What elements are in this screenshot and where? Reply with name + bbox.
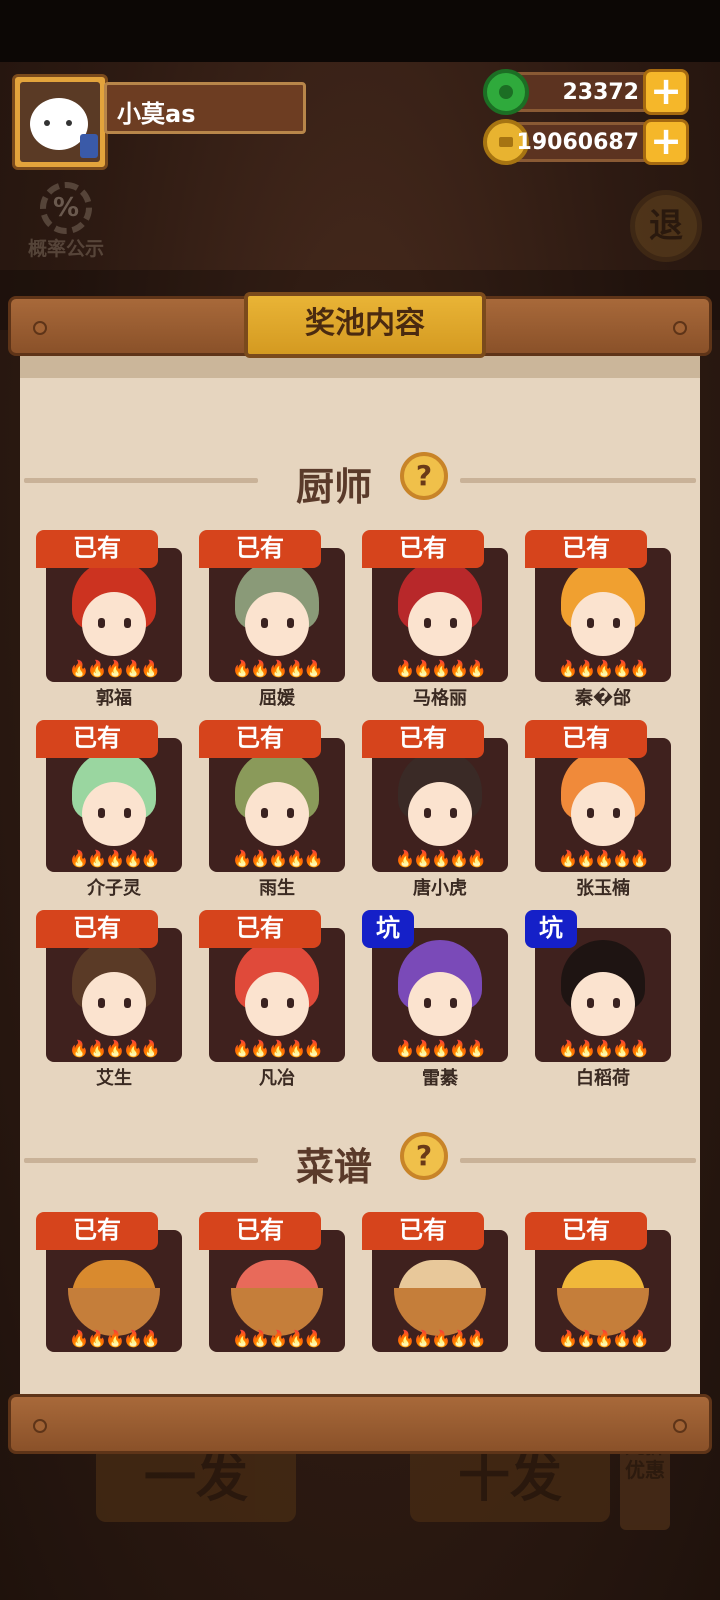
chef-help-icon[interactable]: ? (400, 452, 448, 500)
jade-amount: 23372 (562, 80, 639, 105)
status-strip (0, 0, 720, 62)
chef-card[interactable]: 🔥🔥🔥🔥🔥 (209, 738, 345, 872)
chef-face (82, 782, 146, 846)
owned-badge: 已有 (36, 720, 158, 758)
recipe-section-title: 菜谱 (296, 1145, 373, 1189)
owned-badge: 已有 (525, 720, 647, 758)
star-flames: 🔥🔥🔥🔥🔥 (395, 849, 487, 868)
chef-name: 雨生 (259, 878, 295, 899)
chef-card[interactable]: 🔥🔥🔥🔥🔥 (46, 738, 182, 872)
divider (24, 1158, 258, 1163)
chef-face (408, 592, 472, 656)
chef-face (408, 972, 472, 1036)
star-flames: 🔥🔥🔥🔥🔥 (558, 849, 650, 868)
chef-name: 郭福 (96, 688, 132, 709)
star-flames: 🔥🔥🔥🔥🔥 (558, 1039, 650, 1058)
chef-name: 艾生 (96, 1068, 132, 1089)
bottom-scroll-rod (8, 1394, 712, 1454)
star-flames: 🔥🔥🔥🔥🔥 (395, 1039, 487, 1058)
owned-badge: 已有 (199, 720, 321, 758)
chef-card[interactable]: 🔥🔥🔥🔥🔥 (372, 738, 508, 872)
chef-card[interactable]: 🔥🔥🔥🔥🔥 (372, 548, 508, 682)
pit-badge: 坑 (525, 910, 577, 948)
coin-resource: 19060687 + (483, 119, 689, 165)
owned-badge: 已有 (199, 910, 321, 948)
probability-label: 概率公示 (27, 238, 104, 260)
chef-face (408, 782, 472, 846)
chef-face (82, 972, 146, 1036)
player-name-box: 小莫as (104, 82, 306, 134)
chef-card[interactable]: 🔥🔥🔥🔥🔥 (46, 548, 182, 682)
star-flames: 🔥🔥🔥🔥🔥 (232, 659, 324, 678)
star-flames: 🔥🔥🔥🔥🔥 (69, 659, 161, 678)
owned-badge: 已有 (199, 530, 321, 568)
star-flames: 🔥🔥🔥🔥🔥 (69, 1329, 161, 1348)
chef-card[interactable]: 🔥🔥🔥🔥🔥 (209, 928, 345, 1062)
owned-badge: 已有 (36, 1212, 158, 1250)
add-jade-button[interactable]: + (643, 69, 689, 115)
chef-name: 凡冶 (259, 1068, 295, 1089)
chef-name: 秦�邰 (574, 688, 632, 709)
percent-icon: % (40, 182, 92, 234)
star-flames: 🔥🔥🔥🔥🔥 (558, 659, 650, 678)
coin-amount: 19060687 (516, 130, 639, 155)
chef-name: 张玉楠 (576, 878, 630, 899)
chef-face (571, 592, 635, 656)
chef-card[interactable]: 🔥🔥🔥🔥🔥 (209, 548, 345, 682)
chef-face (571, 972, 635, 1036)
chef-card[interactable]: 🔥🔥🔥🔥🔥 (372, 928, 508, 1062)
exit-button[interactable]: 退 (630, 190, 702, 262)
chef-card[interactable]: 🔥🔥🔥🔥🔥 (535, 928, 671, 1062)
recipe-help-icon[interactable]: ? (400, 1132, 448, 1180)
chef-card[interactable]: 🔥🔥🔥🔥🔥 (46, 928, 182, 1062)
star-flames: 🔥🔥🔥🔥🔥 (69, 1039, 161, 1058)
owned-badge: 已有 (525, 530, 647, 568)
chef-face (571, 782, 635, 846)
chef-card[interactable]: 🔥🔥🔥🔥🔥 (535, 548, 671, 682)
star-flames: 🔥🔥🔥🔥🔥 (232, 849, 324, 868)
divider (24, 478, 258, 483)
player-name: 小莫as (117, 100, 196, 128)
chef-card[interactable]: 🔥🔥🔥🔥🔥 (535, 738, 671, 872)
panel-title: 奖池内容 (244, 292, 486, 358)
divider (460, 478, 696, 483)
jade-icon (483, 69, 529, 115)
pit-badge: 坑 (362, 910, 414, 948)
chef-name: 白稻荷 (576, 1068, 630, 1089)
owned-badge: 已有 (362, 720, 484, 758)
chef-name: 介子灵 (87, 878, 141, 899)
divider (460, 1158, 696, 1163)
owned-badge: 已有 (36, 910, 158, 948)
owned-badge: 已有 (36, 530, 158, 568)
chef-face (82, 592, 146, 656)
chef-section-title: 厨师 (296, 465, 373, 509)
star-flames: 🔥🔥🔥🔥🔥 (69, 849, 161, 868)
chef-name: 唐小虎 (413, 878, 467, 899)
chef-face (245, 592, 309, 656)
chef-name: 屈媛 (259, 688, 295, 709)
add-coin-button[interactable]: + (643, 119, 689, 165)
player-avatar[interactable] (12, 74, 108, 170)
star-flames: 🔥🔥🔥🔥🔥 (232, 1039, 324, 1058)
jade-resource: 23372 + (483, 69, 689, 115)
chef-face (245, 972, 309, 1036)
probability-button[interactable]: % 概率公示 (18, 182, 114, 262)
star-flames: 🔥🔥🔥🔥🔥 (395, 1329, 487, 1348)
star-flames: 🔥🔥🔥🔥🔥 (558, 1329, 650, 1348)
owned-badge: 已有 (199, 1212, 321, 1250)
star-flames: 🔥🔥🔥🔥🔥 (395, 659, 487, 678)
star-flames: 🔥🔥🔥🔥🔥 (232, 1329, 324, 1348)
owned-badge: 已有 (362, 1212, 484, 1250)
owned-badge: 已有 (362, 530, 484, 568)
avatar (20, 82, 100, 162)
chef-face (245, 782, 309, 846)
chef-name: 雷綦 (422, 1068, 458, 1089)
owned-badge: 已有 (525, 1212, 647, 1250)
chef-name: 马格丽 (413, 688, 467, 709)
